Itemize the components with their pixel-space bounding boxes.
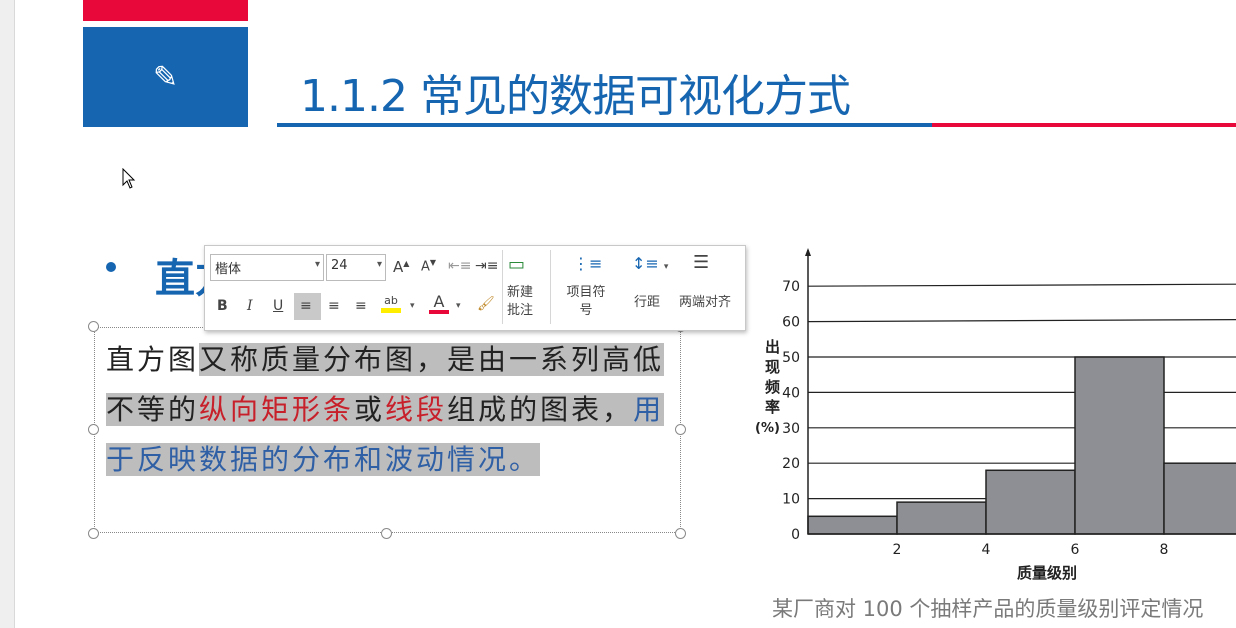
slide-panel-edge	[0, 0, 15, 628]
title-underline-blue	[277, 123, 932, 127]
x-tick-label: 2	[893, 542, 902, 558]
shrink-font-icon: A	[421, 259, 430, 275]
line-spacing-button[interactable]: 行距	[629, 294, 665, 312]
para-red-2: 线段	[385, 393, 448, 426]
chevron-down-icon: ▾	[314, 259, 320, 270]
font-name-select[interactable]: 楷体 ▾	[210, 254, 324, 281]
histogram-bar	[1074, 356, 1165, 535]
histogram-bar	[896, 501, 987, 535]
para-term: 直方图	[106, 343, 200, 376]
y-tick-label: 40	[782, 385, 800, 401]
align-right-icon[interactable]: ≡	[355, 298, 367, 314]
grid-line	[807, 283, 1236, 287]
para-red-1: 纵向矩形条	[199, 393, 355, 426]
bullet-dot	[106, 262, 116, 272]
para-text-2: 或	[354, 393, 386, 426]
grid-line	[807, 319, 1236, 323]
line-spacing-icon[interactable]: ↕≡ ▾	[632, 254, 668, 273]
font-color-button[interactable]: A	[429, 292, 449, 314]
resize-handle-bottom-left[interactable]	[88, 528, 99, 539]
chevron-down-icon[interactable]: ▾	[456, 301, 461, 311]
font-size-select[interactable]: 24 ▾	[326, 254, 386, 281]
mini-format-toolbar: 楷体 ▾ 24 ▾ A▲ A▼ ⇤≡ ⇥≡ ▭ 新建批注 ⋮≡ 项目符号 ↕≡ …	[204, 245, 746, 331]
y-tick-label: 70	[782, 279, 800, 295]
y-tick-label: 30	[782, 421, 800, 437]
slide-title[interactable]: 1.1.2 常见的数据可视化方式	[300, 60, 851, 124]
chevron-down-icon[interactable]: ▾	[410, 301, 415, 311]
underline-button[interactable]: U	[273, 298, 283, 314]
header-red-bar	[83, 0, 248, 21]
new-comment-icon[interactable]: ▭	[508, 254, 525, 275]
resize-handle-mid-left[interactable]	[88, 424, 99, 435]
increase-indent-icon[interactable]: ⇥≡	[475, 258, 498, 274]
toolbar-separator	[550, 250, 551, 324]
x-tick-label: 6	[1071, 542, 1080, 558]
header-blue-block: ✎	[83, 27, 248, 127]
justify-button[interactable]: 两端对齐	[673, 294, 737, 312]
highlight-icon: ab	[384, 294, 398, 307]
para-text-3: 组成的图表，	[447, 393, 634, 426]
y-axis-arrow	[805, 248, 811, 256]
body-paragraph[interactable]: 直方图又称质量分布图，是由一系列高低不等的纵向矩形条或线段组成的图表，用于反映数…	[106, 335, 666, 485]
highlight-swatch	[381, 308, 401, 313]
grow-font-button[interactable]: A▲	[393, 258, 409, 276]
histogram-bar	[807, 515, 898, 535]
decrease-indent-icon[interactable]: ⇤≡	[448, 258, 471, 274]
resize-handle-bottom-right[interactable]	[675, 528, 686, 539]
bold-button[interactable]: B	[217, 298, 228, 314]
justify-icon[interactable]: ☰	[693, 252, 709, 273]
align-center-icon[interactable]: ≡	[328, 298, 340, 314]
y-tick-label: 10	[782, 492, 800, 508]
pencil-icon: ✎	[152, 59, 179, 95]
y-tick-label: 0	[791, 527, 800, 543]
font-color-icon: A	[433, 292, 445, 311]
y-tick-label: 50	[782, 350, 800, 366]
chart-caption: 某厂商对 100 个抽样产品的质量级别评定情况	[772, 597, 1204, 621]
y-tick-label: 60	[782, 315, 800, 331]
x-tick-label: 8	[1160, 542, 1169, 558]
font-size-value: 24	[331, 258, 348, 273]
italic-button[interactable]: I	[247, 298, 253, 314]
resize-handle-bottom-center[interactable]	[381, 528, 392, 539]
x-axis-label: 质量级别	[1017, 564, 1077, 582]
align-left-icon[interactable]: ≡	[300, 298, 312, 314]
resize-handle-mid-right[interactable]	[675, 424, 686, 435]
mouse-cursor-icon	[122, 168, 136, 189]
grow-font-icon: A	[393, 258, 404, 276]
histogram-bar	[985, 469, 1076, 535]
format-painter-icon[interactable]: 🖌	[477, 296, 495, 312]
font-name-value: 楷体	[215, 262, 242, 277]
new-comment-button[interactable]: 新建批注	[502, 284, 538, 320]
y-axis-label: 出现频率(%)	[755, 338, 780, 436]
resize-handle-top-left[interactable]	[88, 321, 99, 332]
histogram-chart: 出现频率(%) 质量级别 0 10 20 30 40 50 60 70 2 4 6 8	[755, 248, 1236, 582]
x-tick-label: 4	[982, 542, 991, 558]
bullets-icon[interactable]: ⋮≡	[573, 254, 602, 273]
y-tick-label: 20	[782, 456, 800, 472]
chevron-down-icon: ▾	[376, 259, 382, 270]
bullets-button[interactable]: 项目符号	[561, 284, 611, 320]
histogram-bar	[1163, 462, 1236, 535]
title-underline-red	[932, 123, 1236, 127]
shrink-font-button[interactable]: A▼	[421, 258, 436, 274]
highlight-color-button[interactable]: ab	[381, 294, 401, 313]
